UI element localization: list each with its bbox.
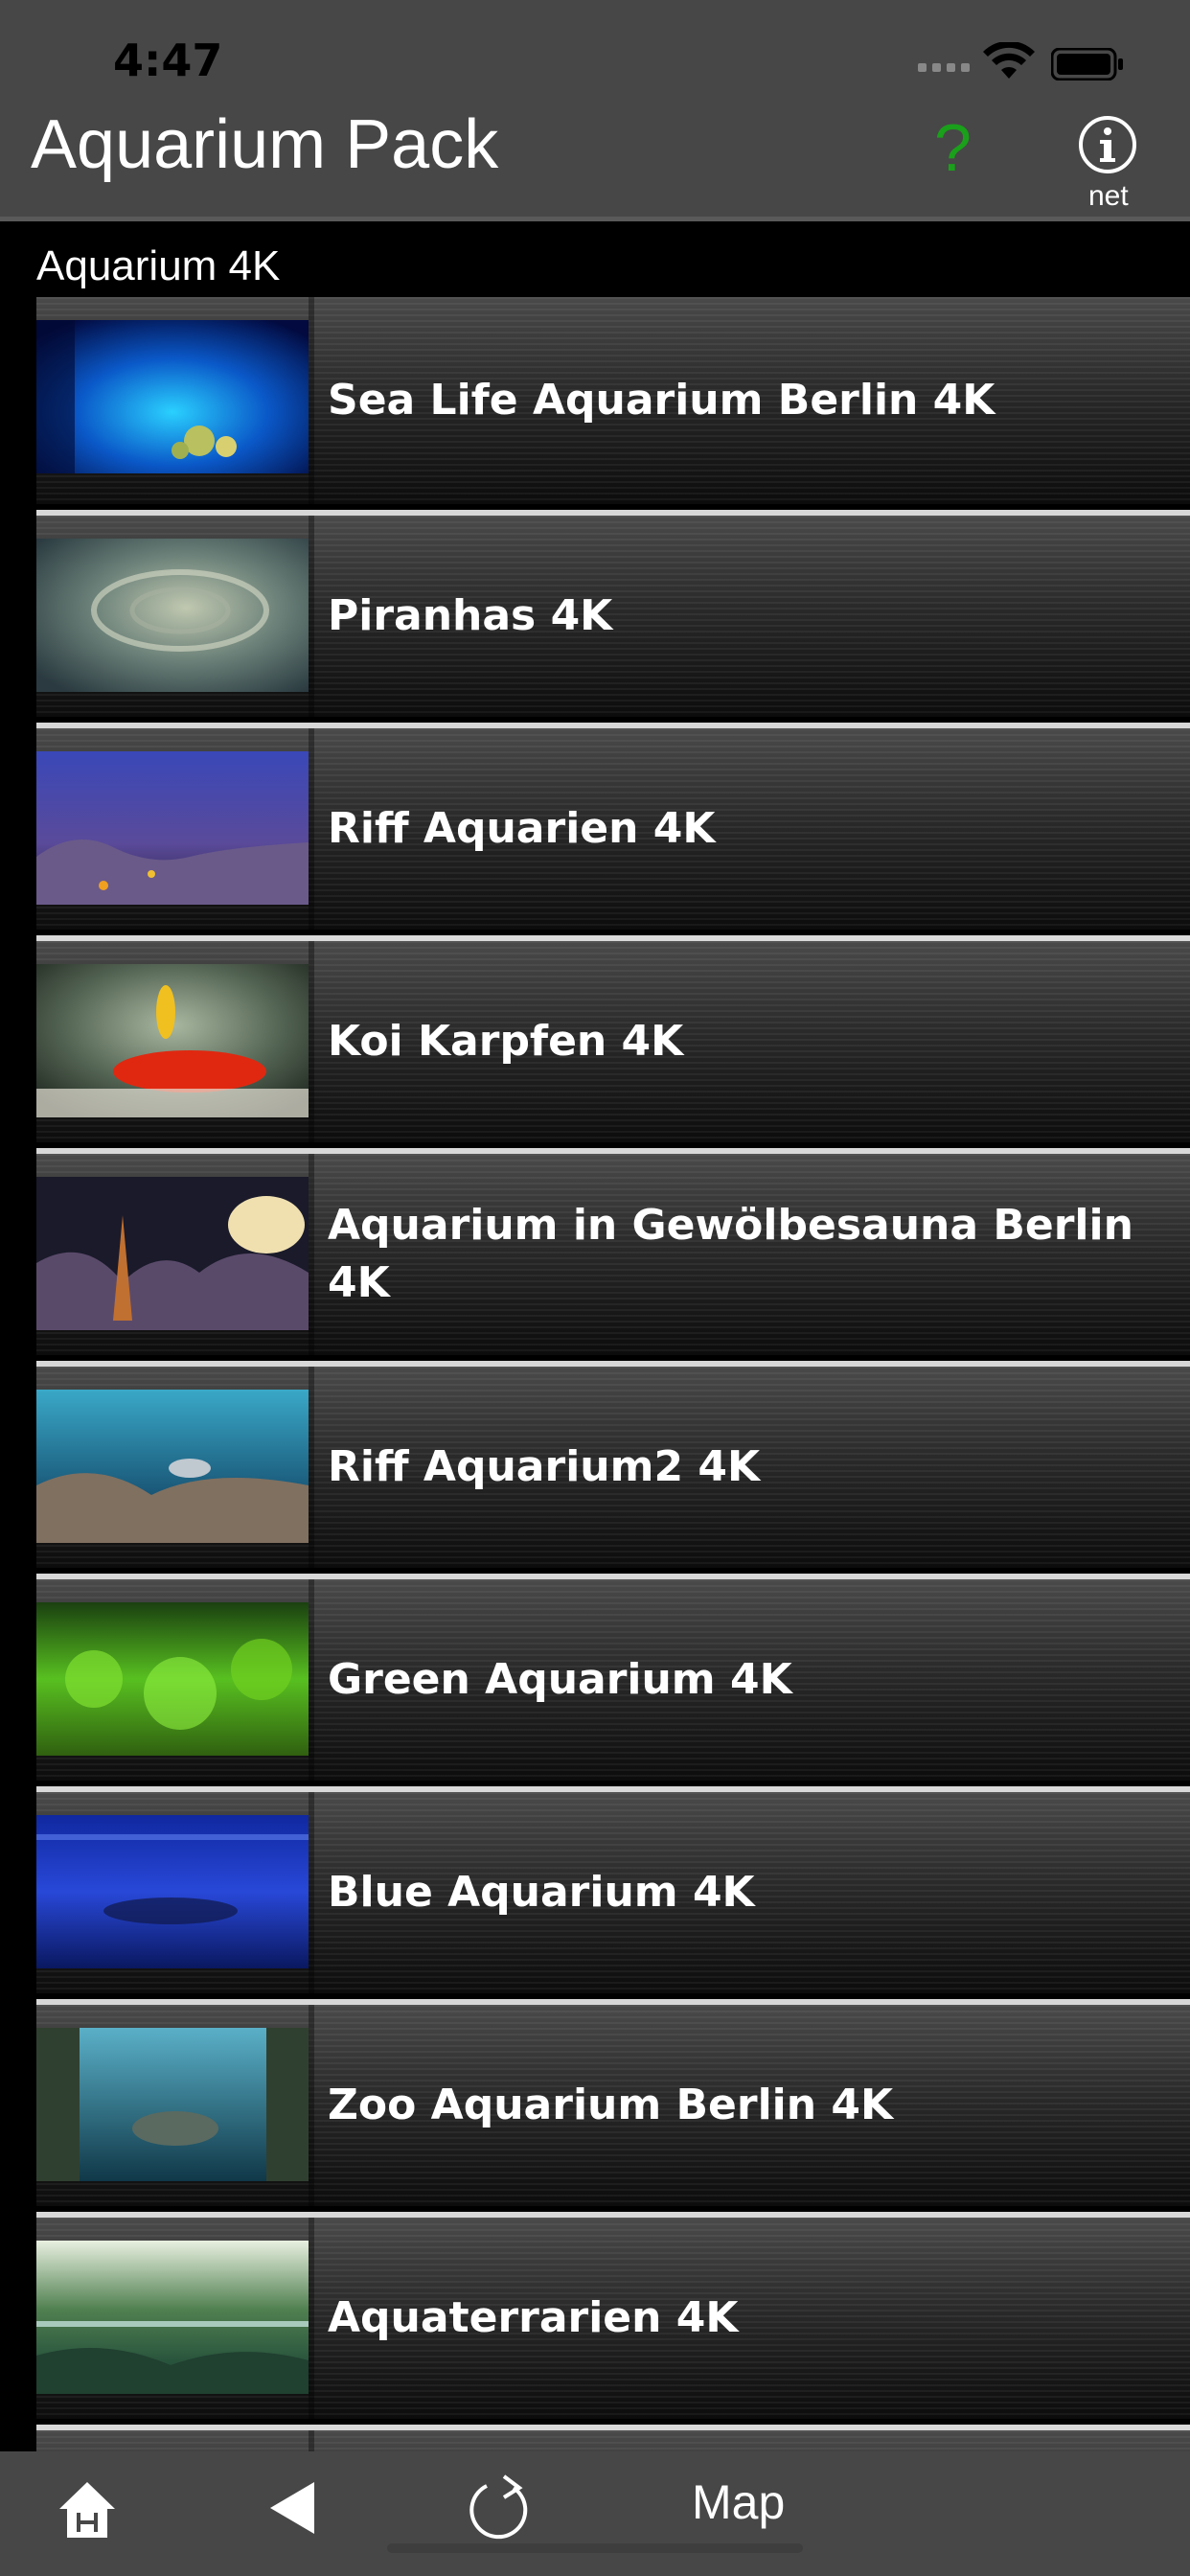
- thumbnail: [36, 1815, 309, 1968]
- thumbnail: [36, 1602, 309, 1756]
- thumbnail: [36, 964, 309, 1117]
- home-icon[interactable]: [56, 2478, 119, 2542]
- list-item[interactable]: Green Aquarium 4K: [36, 1574, 1190, 1781]
- navigation-bar: Aquarium Pack ? net: [0, 96, 1190, 221]
- thumbnail: [36, 539, 309, 692]
- wifi-icon: [983, 42, 1035, 79]
- status-bar: 4:47: [0, 0, 1190, 96]
- section-title: Aquarium 4K: [36, 242, 281, 289]
- back-arrow-icon[interactable]: [266, 2480, 318, 2536]
- list-item-title: Sea Life Aquarium Berlin 4K: [328, 376, 995, 425]
- list-item-title: Riff Aquarien 4K: [328, 804, 716, 853]
- thumbnail: [36, 2241, 309, 2394]
- list-item[interactable]: Piranhas 4K: [36, 510, 1190, 717]
- list-item[interactable]: Aquarium in Gewölbesauna Berlin 4K: [36, 1148, 1190, 1355]
- list-item[interactable]: Blue Aquarium 4K: [36, 1786, 1190, 1993]
- list-item-title: Koi Karpfen 4K: [328, 1017, 684, 1066]
- cellular-signal-icon: [918, 63, 970, 72]
- thumbnail: [36, 320, 309, 473]
- app-title: Aquarium Pack: [31, 106, 499, 183]
- list-item[interactable]: [36, 2425, 1190, 2451]
- content-list-area[interactable]: Aquarium 4K Sea Life Aquarium Berlin 4K: [0, 221, 1190, 2451]
- thumbnail: [36, 1390, 309, 1543]
- list-item[interactable]: Koi Karpfen 4K: [36, 935, 1190, 1142]
- list-item[interactable]: Sea Life Aquarium Berlin 4K: [36, 297, 1190, 504]
- list-item[interactable]: Riff Aquarium2 4K: [36, 1361, 1190, 1568]
- thumbnail: [36, 1177, 309, 1330]
- list-item-title: Blue Aquarium 4K: [328, 1868, 755, 1917]
- list-item[interactable]: Zoo Aquarium Berlin 4K: [36, 1999, 1190, 2206]
- status-time: 4:47: [113, 34, 223, 86]
- list-item-title: Zoo Aquarium Berlin 4K: [328, 2081, 894, 2129]
- list-item-title: Green Aquarium 4K: [328, 1655, 792, 1704]
- info-icon[interactable]: [1078, 115, 1137, 174]
- list-item-title: Piranhas 4K: [328, 591, 613, 640]
- thumbnail: [36, 2028, 309, 2181]
- home-indicator[interactable]: [387, 2543, 803, 2553]
- map-button[interactable]: Map: [692, 2474, 785, 2530]
- list-item-title: Aquaterrarien 4K: [328, 2293, 739, 2342]
- battery-icon: [1051, 48, 1123, 80]
- info-sub-label: net: [1088, 180, 1129, 212]
- thumbnail: [36, 751, 309, 905]
- help-button[interactable]: ?: [934, 109, 972, 186]
- list-item[interactable]: Aquaterrarien 4K: [36, 2212, 1190, 2419]
- video-list: Sea Life Aquarium Berlin 4K Piranhas 4K: [36, 297, 1190, 2451]
- list-item[interactable]: Riff Aquarien 4K: [36, 723, 1190, 930]
- list-item-title: Aquarium in Gewölbesauna Berlin 4K: [328, 1201, 1133, 1307]
- list-item-title: [328, 2430, 1161, 2451]
- refresh-icon[interactable]: [468, 2474, 535, 2543]
- bottom-toolbar: Map: [0, 2451, 1190, 2576]
- list-item-title: Riff Aquarium2 4K: [328, 1442, 761, 1491]
